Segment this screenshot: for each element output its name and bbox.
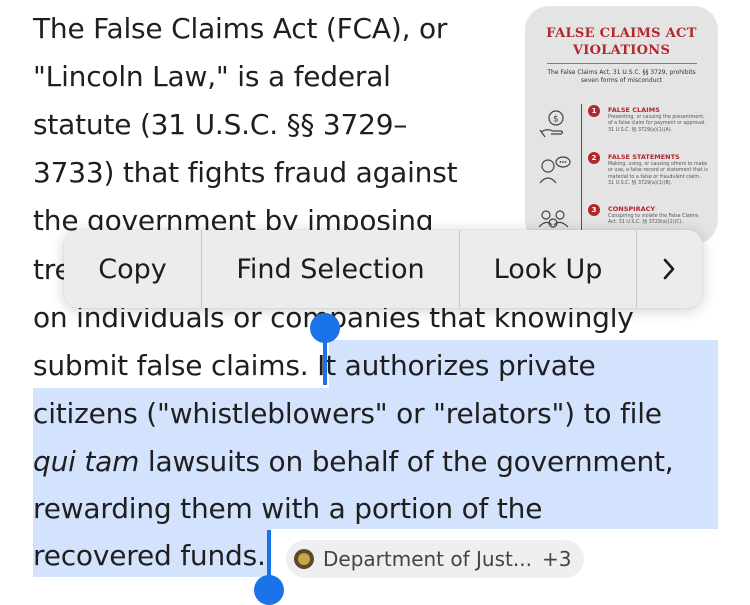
item-title: CONSPIRACY xyxy=(608,205,656,213)
look-up-button[interactable]: Look Up xyxy=(460,230,636,308)
selection-start-caret xyxy=(323,330,327,385)
item-number-badge: 2 xyxy=(588,152,600,164)
infographic-title-line: FALSE CLAIMS ACT xyxy=(546,26,697,41)
infographic-thumbnail[interactable]: FALSE CLAIMS ACT VIOLATIONS The False Cl… xyxy=(525,6,718,244)
text-selection-context-menu: Copy Find Selection Look Up xyxy=(64,230,702,308)
infographic-title: FALSE CLAIMS ACT VIOLATIONS xyxy=(525,25,718,59)
source-count: +3 xyxy=(541,547,572,571)
infographic-subtitle: The False Claims Act, 31 U.S.C. §§ 3729,… xyxy=(547,69,696,84)
article-line-selected: recovered funds. xyxy=(33,539,266,572)
infographic-item: 2 FALSE STATEMENTS Making, using, or cau… xyxy=(525,151,718,197)
item-number-badge: 1 xyxy=(588,105,600,117)
article-line-selected: rewarding them with a portion of the xyxy=(33,492,543,525)
speech-person-icon xyxy=(539,156,571,184)
article-line: The False Claims Act (FCA), or xyxy=(33,12,448,45)
selected-text: It authorizes private xyxy=(317,349,596,382)
infographic-divider xyxy=(546,63,697,64)
article-line-selected: qui tam lawsuits on behalf of the govern… xyxy=(33,438,674,486)
money-hand-icon: $ xyxy=(539,110,564,138)
source-label: Department of Just... xyxy=(323,547,532,571)
article-line: statute (31 U.S.C. §§ 3729– xyxy=(33,108,408,141)
item-title: FALSE CLAIMS xyxy=(608,106,660,114)
more-options-button[interactable] xyxy=(637,230,701,308)
selected-text: lawsuits on behalf of the government, xyxy=(139,445,674,478)
chevron-right-icon xyxy=(663,258,675,280)
unselected-text: submit false claims. xyxy=(33,349,318,382)
infographic-item: $ 1 FALSE CLAIMS Presenting, or causing … xyxy=(525,104,718,150)
infographic-title-line: VIOLATIONS xyxy=(572,43,671,58)
article-line-selected: citizens ("whistleblowers" or "relators"… xyxy=(33,397,662,430)
find-selection-button[interactable]: Find Selection xyxy=(202,230,459,308)
item-description: Making, using, or causing others to make… xyxy=(608,162,708,187)
doj-seal-icon xyxy=(294,549,314,569)
copy-button[interactable]: Copy xyxy=(64,230,201,308)
item-title: FALSE STATEMENTS xyxy=(608,153,680,161)
item-description: Presenting, or causing the presentment, … xyxy=(608,115,706,133)
article-line: submit false claims. It authorizes priva… xyxy=(33,342,596,390)
italic-term: qui tam xyxy=(33,445,140,478)
source-citation-chip[interactable]: Department of Just... +3 xyxy=(286,540,584,578)
item-description: Conspiring to violate the False Claims A… xyxy=(608,214,699,226)
svg-text:$: $ xyxy=(553,115,559,125)
item-number-badge: 3 xyxy=(588,204,600,216)
article-line: 3733) that fights fraud against xyxy=(33,156,458,189)
selection-end-handle[interactable] xyxy=(254,575,284,605)
article-line: "Lincoln Law," is a federal xyxy=(33,60,391,93)
